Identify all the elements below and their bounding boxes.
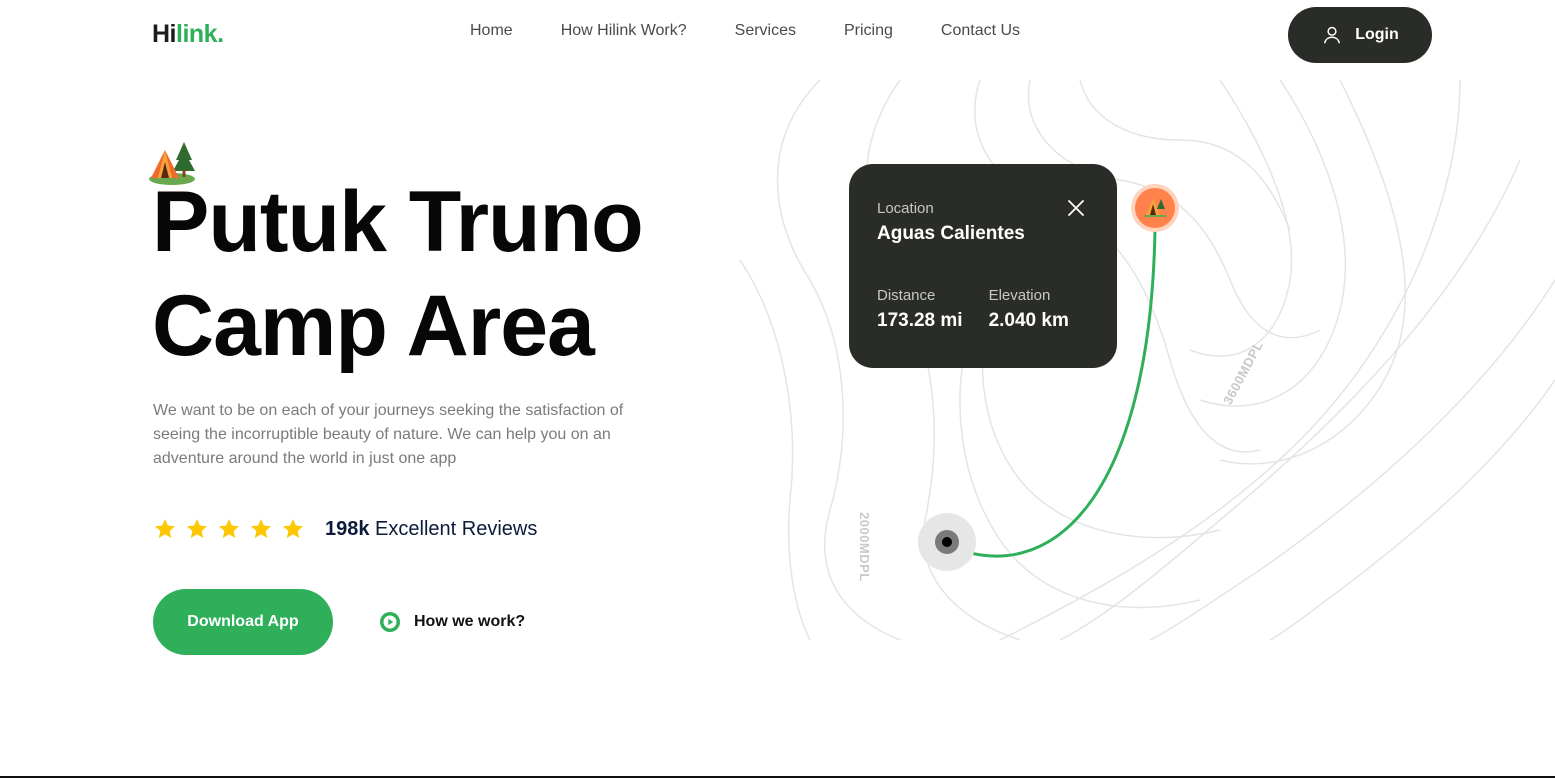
nav-pricing[interactable]: Pricing [844,22,893,40]
star-icon [251,519,271,538]
star-icon [283,519,303,538]
hero-title: Putuk Truno Camp Area [152,170,772,378]
how-we-work-label: How we work? [414,613,526,630]
distance-value: 173.28 mi [877,310,963,331]
location-value: Aguas Calientes [877,223,1025,244]
star-icon [155,519,175,538]
start-location-marker[interactable] [918,513,976,571]
location-card: Location Aguas Calientes Distance 173.28… [849,164,1117,368]
elevation-label: Elevation [988,287,1051,304]
main-nav: Home How Hilink Work? Services Pricing C… [470,22,1020,40]
star-icon [219,519,239,538]
route-stats: Distance 173.28 mi Elevation 2.040 km [877,287,1089,332]
hero-description: We want to be on each of your journeys s… [153,402,624,467]
login-label: Login [1355,26,1399,43]
user-icon [1324,26,1341,44]
topographic-map [739,80,1555,640]
contour-label-2000: 2000MDPL [857,512,872,582]
brand-logo[interactable]: Hilink. [152,20,224,49]
nav-contact-us[interactable]: Contact Us [941,22,1020,40]
distance-stat: Distance 173.28 mi [877,287,963,332]
nav-how-hilink-work[interactable]: How Hilink Work? [561,22,687,40]
location-label: Location [877,200,934,217]
destination-pin-icon[interactable] [1130,184,1180,234]
elevation-stat: Elevation 2.040 km [989,287,1069,332]
reviews-label: Excellent Reviews [369,518,538,540]
close-icon[interactable] [1067,199,1085,217]
nav-home[interactable]: Home [470,22,513,40]
distance-label: Distance [877,287,936,304]
hero-title-line-1: Putuk Truno [152,174,644,270]
login-button[interactable]: Login [1288,7,1432,63]
reviews-text: 198k Excellent Reviews [325,518,537,541]
elevation-value: 2.040 km [988,310,1069,331]
start-marker-dot [942,537,952,547]
rating-stars [153,517,305,541]
star-icon [187,519,207,538]
hero-title-line-2: Camp Area [152,278,595,374]
logo-text: Hi [152,20,177,48]
nav-services[interactable]: Services [735,22,796,40]
play-icon [380,612,400,632]
how-we-work-link[interactable]: How we work? [380,612,525,632]
reviews-count: 198k [325,518,370,540]
logo-accent-text: link. [176,20,224,48]
download-app-button[interactable]: Download App [153,589,333,655]
